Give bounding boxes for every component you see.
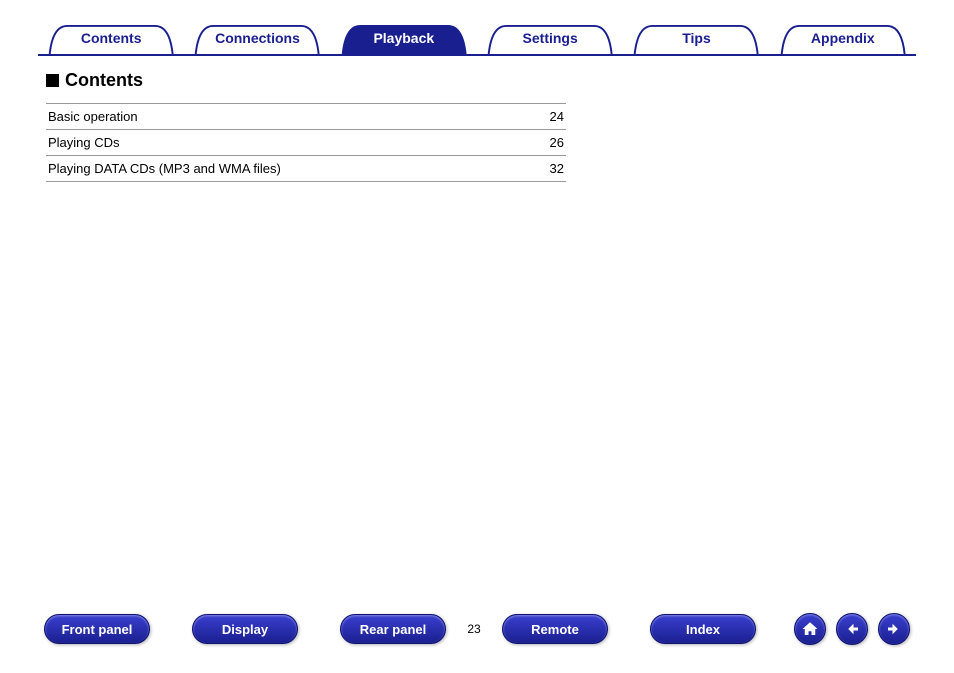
- toc-row[interactable]: Playing CDs 26: [46, 130, 566, 156]
- tab-label: Connections: [215, 30, 300, 46]
- toc-list: Basic operation 24 Playing CDs 26 Playin…: [46, 103, 566, 182]
- tab-label: Settings: [523, 30, 578, 46]
- home-button[interactable]: [794, 613, 826, 645]
- button-label: Index: [686, 622, 720, 637]
- tab-appendix[interactable]: Appendix: [770, 24, 916, 54]
- tab-contents[interactable]: Contents: [38, 24, 184, 54]
- toc-title: Playing DATA CDs (MP3 and WMA files): [48, 161, 281, 176]
- tab-settings[interactable]: Settings: [477, 24, 623, 54]
- toc-page: 32: [550, 161, 564, 176]
- button-label: Display: [222, 622, 268, 637]
- tab-tips[interactable]: Tips: [623, 24, 769, 54]
- content-area: Contents Basic operation 24 Playing CDs …: [46, 70, 566, 182]
- page-number: 23: [446, 622, 502, 636]
- tab-playback[interactable]: Playback: [331, 24, 477, 54]
- top-tabs: Contents Connections Playback Settings T…: [38, 24, 916, 56]
- tab-label: Playback: [373, 30, 434, 46]
- button-label: Remote: [531, 622, 579, 637]
- remote-button[interactable]: Remote: [502, 614, 608, 644]
- home-icon: [801, 620, 819, 638]
- toc-page: 24: [550, 109, 564, 124]
- arrow-left-icon: [843, 620, 861, 638]
- toc-page: 26: [550, 135, 564, 150]
- toc-row[interactable]: Playing DATA CDs (MP3 and WMA files) 32: [46, 156, 566, 182]
- tab-connections[interactable]: Connections: [184, 24, 330, 54]
- tab-label: Contents: [81, 30, 142, 46]
- toc-title: Playing CDs: [48, 135, 120, 150]
- section-title: Contents: [46, 70, 566, 91]
- front-panel-button[interactable]: Front panel: [44, 614, 150, 644]
- button-label: Rear panel: [360, 622, 426, 637]
- rear-panel-button[interactable]: Rear panel: [340, 614, 446, 644]
- tab-label: Tips: [682, 30, 711, 46]
- bottom-nav: Front panel Display Rear panel 23 Remote…: [0, 613, 954, 645]
- button-label: Front panel: [62, 622, 133, 637]
- section-title-text: Contents: [65, 70, 143, 91]
- tab-label: Appendix: [811, 30, 875, 46]
- toc-title: Basic operation: [48, 109, 138, 124]
- arrow-right-icon: [885, 620, 903, 638]
- prev-page-button[interactable]: [836, 613, 868, 645]
- display-button[interactable]: Display: [192, 614, 298, 644]
- square-bullet-icon: [46, 74, 59, 87]
- toc-row[interactable]: Basic operation 24: [46, 103, 566, 130]
- next-page-button[interactable]: [878, 613, 910, 645]
- index-button[interactable]: Index: [650, 614, 756, 644]
